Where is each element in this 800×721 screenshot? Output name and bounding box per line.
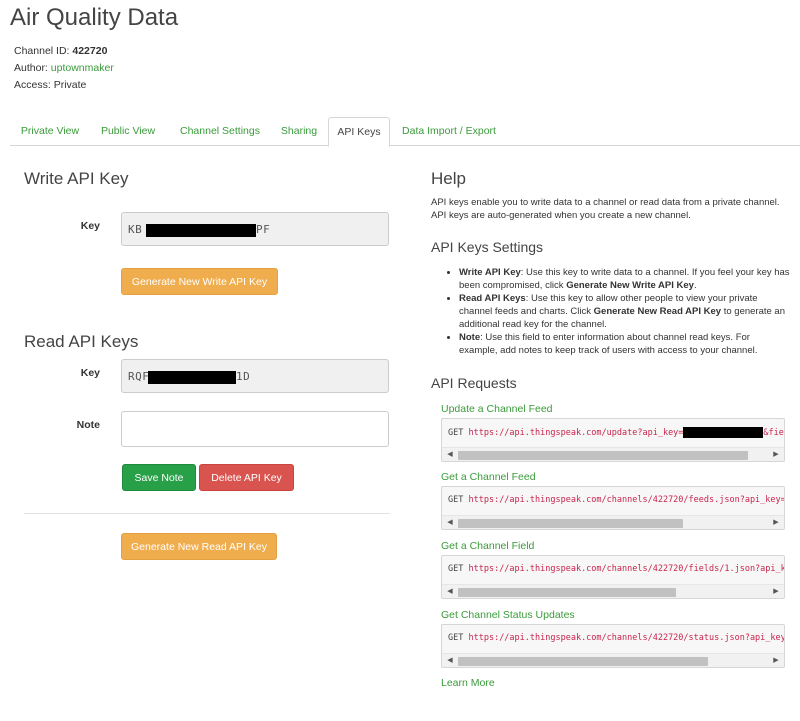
channel-id: Channel ID: 422720 (14, 45, 108, 57)
scroll-right-icon[interactable]: ▶ (770, 516, 782, 529)
settings-item-write: Write API Key: Use this key to write dat… (459, 266, 791, 292)
scroll-left-icon[interactable]: ◀ (444, 654, 456, 667)
code-box-get-feed[interactable]: GET https://api.thingspeak.com/channels/… (441, 486, 785, 530)
read-api-keys-heading: Read API Keys (24, 332, 139, 351)
scroll-left-icon[interactable]: ◀ (444, 448, 456, 461)
code-box-get-field[interactable]: GET https://api.thingspeak.com/channels/… (441, 555, 785, 599)
scrollbar-thumb[interactable] (458, 588, 676, 597)
scrollbar-thumb[interactable] (458, 519, 683, 528)
request-title-get-feed[interactable]: Get a Channel Feed (441, 471, 536, 483)
code-line: GET https://api.thingspeak.com/channels/… (448, 495, 785, 505)
request-title-status-updates[interactable]: Get Channel Status Updates (441, 609, 575, 621)
tab-public-view[interactable]: Public View (94, 117, 162, 146)
author: Author: uptownmaker (14, 62, 114, 74)
help-heading: Help (431, 169, 466, 188)
write-api-key-heading: Write API Key (24, 169, 129, 188)
horizontal-scrollbar[interactable]: ◀ ▶ (442, 653, 784, 667)
api-keys-settings-heading: API Keys Settings (431, 239, 544, 255)
scrollbar-thumb[interactable] (458, 451, 748, 460)
read-key-label: Key (80, 367, 100, 379)
code-box-update-feed[interactable]: GET https://api.thingspeak.com/update?ap… (441, 418, 785, 462)
code-line: GET https://api.thingspeak.com/channels/… (448, 564, 785, 574)
access: Access: Private (14, 79, 87, 91)
read-key-prefix: RQF (128, 370, 150, 383)
horizontal-scrollbar[interactable]: ◀ ▶ (442, 584, 784, 598)
help-intro: API keys enable you to write data to a c… (431, 197, 780, 221)
note-textarea[interactable] (121, 411, 389, 447)
tab-api-keys[interactable]: API Keys (328, 117, 390, 147)
scrollbar-thumb[interactable] (458, 657, 708, 666)
tab-private-view[interactable]: Private View (12, 117, 88, 146)
write-key-label: Key (80, 220, 100, 232)
write-api-key-field[interactable]: KB PF (121, 212, 389, 246)
tab-data-import-export[interactable]: Data Import / Export (396, 117, 502, 146)
write-key-prefix: KB (128, 223, 143, 236)
request-title-update-feed[interactable]: Update a Channel Feed (441, 403, 553, 415)
page-title: Air Quality Data (10, 4, 179, 31)
api-requests-heading: API Requests (431, 375, 517, 391)
scroll-right-icon[interactable]: ▶ (770, 654, 782, 667)
generate-read-key-button[interactable]: Generate New Read API Key (121, 533, 277, 560)
tab-channel-settings[interactable]: Channel Settings (170, 117, 270, 146)
section-divider (24, 513, 390, 514)
code-box-status-updates[interactable]: GET https://api.thingspeak.com/channels/… (441, 624, 785, 668)
learn-more-link[interactable]: Learn More (441, 677, 495, 689)
author-link[interactable]: uptownmaker (51, 62, 114, 74)
write-key-suffix: PF (256, 223, 271, 236)
generate-write-key-button[interactable]: Generate New Write API Key (121, 268, 278, 295)
read-api-key-field[interactable]: RQF 1D (121, 359, 389, 393)
settings-item-note: Note: Use this field to enter informatio… (459, 331, 791, 357)
code-line: GET https://api.thingspeak.com/update?ap… (448, 427, 784, 438)
scroll-right-icon[interactable]: ▶ (770, 585, 782, 598)
redaction-bar (683, 427, 764, 438)
scroll-left-icon[interactable]: ◀ (444, 516, 456, 529)
code-line: GET https://api.thingspeak.com/channels/… (448, 633, 785, 643)
settings-item-read: Read API Keys: Use this key to allow oth… (459, 292, 791, 331)
scroll-right-icon[interactable]: ▶ (770, 448, 782, 461)
channel-tabs: Private View Public View Channel Setting… (10, 117, 800, 147)
tab-sharing[interactable]: Sharing (274, 117, 324, 146)
save-note-button[interactable]: Save Note (122, 464, 196, 491)
delete-api-key-button[interactable]: Delete API Key (199, 464, 294, 491)
horizontal-scrollbar[interactable]: ◀ ▶ (442, 515, 784, 529)
redaction-bar (146, 224, 256, 237)
scroll-left-icon[interactable]: ◀ (444, 585, 456, 598)
horizontal-scrollbar[interactable]: ◀ ▶ (442, 447, 784, 461)
request-title-get-field[interactable]: Get a Channel Field (441, 540, 534, 552)
redaction-bar (148, 371, 236, 384)
note-label: Note (76, 419, 100, 431)
read-key-suffix: 1D (236, 370, 251, 383)
api-keys-settings-list: Write API Key: Use this key to write dat… (446, 266, 791, 357)
